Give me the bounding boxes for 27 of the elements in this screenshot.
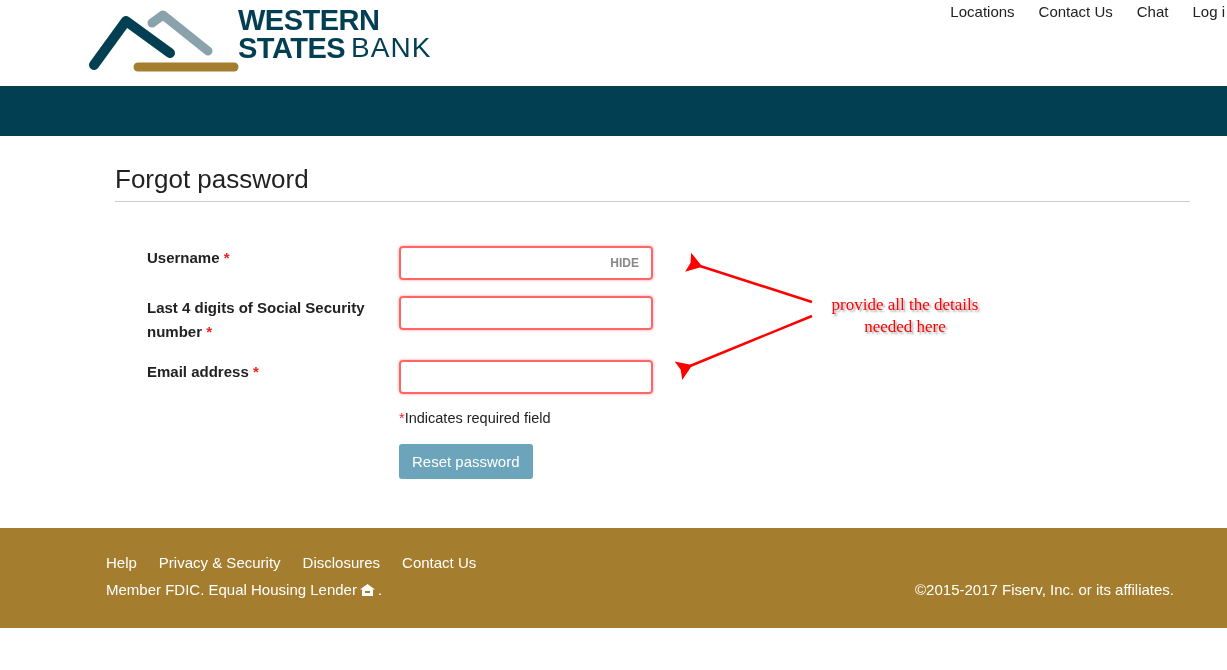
input-field[interactable] bbox=[399, 296, 653, 330]
footer-link[interactable]: Contact Us bbox=[402, 554, 477, 571]
hide-toggle[interactable]: HIDE bbox=[610, 256, 639, 270]
required-note: Indicates required field bbox=[404, 410, 551, 426]
footer-link[interactable]: Privacy & Security bbox=[158, 554, 281, 571]
logo-text: BANK bbox=[351, 34, 432, 62]
input-field[interactable]: HIDE bbox=[399, 246, 653, 280]
annotation-text: provide all the details needed here bbox=[830, 294, 980, 338]
field-label: Email address * bbox=[147, 362, 260, 382]
footer-link[interactable]: Help bbox=[106, 554, 137, 571]
nav-link[interactable]: Locations bbox=[950, 3, 1015, 20]
logo-text: WESTERN bbox=[238, 6, 381, 34]
required-mark: * bbox=[399, 410, 405, 426]
field-label: Last 4 digits of Social Security number * bbox=[147, 298, 366, 342]
footer-link[interactable]: Disclosures bbox=[302, 554, 381, 571]
nav-link[interactable]: Chat bbox=[1136, 3, 1169, 20]
nav-link[interactable]: Log i bbox=[1192, 3, 1225, 20]
member-text-end: . bbox=[377, 581, 383, 598]
member-text: Member FDIC. Equal Housing Lender bbox=[106, 581, 357, 598]
input-field[interactable] bbox=[399, 360, 653, 394]
field-label: Username * bbox=[147, 248, 231, 268]
reset-password-button[interactable]: Reset password bbox=[399, 444, 533, 479]
house-icon bbox=[359, 583, 375, 596]
logo-text: STATES bbox=[238, 34, 346, 62]
copyright-text: ©2015-2017 Fiserv, Inc. or its affiliates. bbox=[915, 581, 1174, 598]
nav-link[interactable]: Contact Us bbox=[1038, 3, 1113, 20]
page-title: Forgot password bbox=[115, 164, 1190, 202]
